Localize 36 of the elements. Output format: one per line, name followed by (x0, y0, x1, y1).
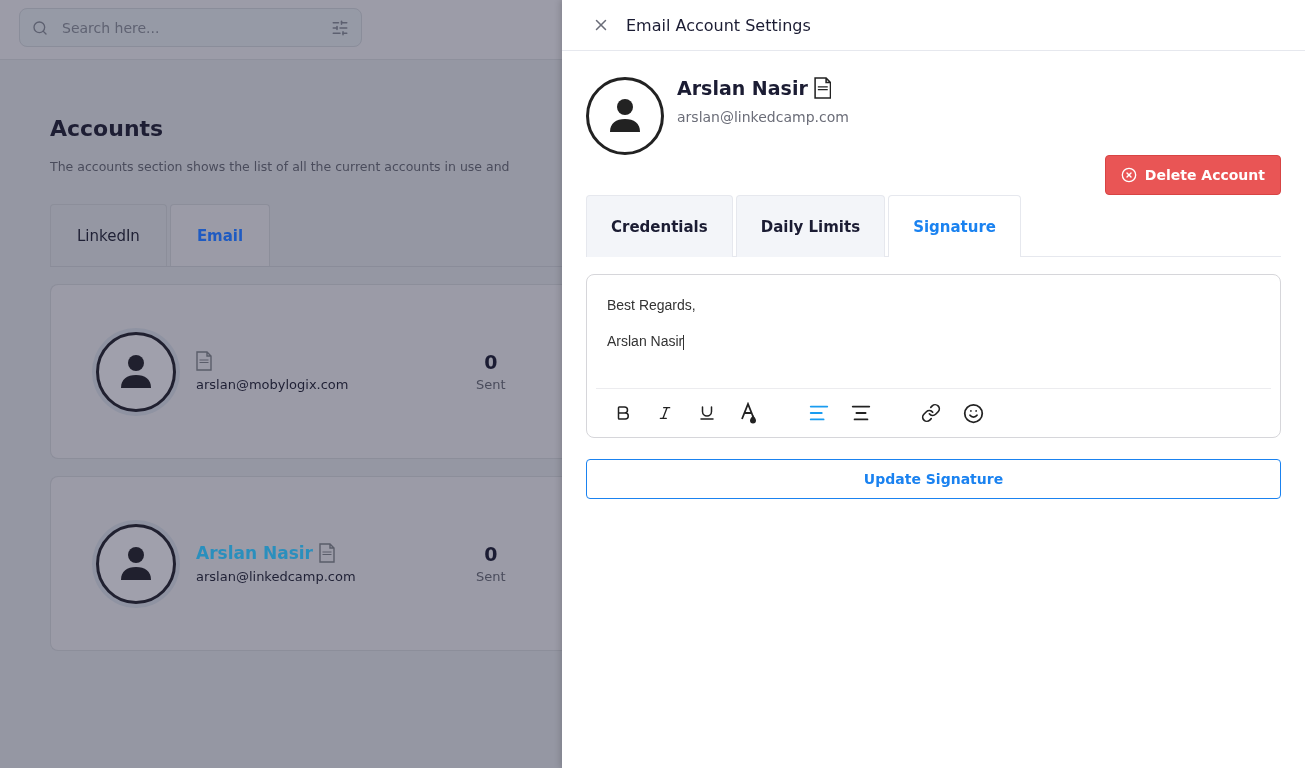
account-tab[interactable]: LinkedIn (50, 204, 167, 266)
drawer-title: Email Account Settings (626, 15, 811, 35)
person-icon (120, 545, 152, 582)
signature-text: Best Regards, (607, 297, 697, 313)
update-signature-button[interactable]: Update Signature (586, 459, 1281, 499)
search-input[interactable]: Search here... (60, 18, 319, 37)
close-circle-icon (1120, 167, 1137, 183)
account-email: arslan@linkedcamp.com (196, 569, 357, 584)
search-icon (32, 19, 48, 36)
delete-account-button[interactable]: Delete Account (1104, 155, 1281, 195)
settings-tab[interactable]: Signature (888, 195, 1022, 257)
account-email: arslan@linkedcamp.com (677, 109, 849, 125)
sent-count: 0 (484, 543, 498, 565)
page-description: The accounts section shows the list of all the current accounts in use and (50, 159, 511, 174)
signature-editor[interactable]: Best Regards, Arslan Nasir (586, 274, 1281, 438)
text-color-icon (739, 402, 759, 424)
search-box[interactable]: Search here... (19, 8, 362, 47)
link-button[interactable] (919, 403, 943, 423)
signature-text: Arslan Nasir (607, 333, 686, 350)
document-icon (813, 77, 832, 99)
document-icon (196, 351, 212, 371)
document-icon (319, 543, 335, 563)
page-title: Accounts (50, 116, 165, 141)
account-card[interactable]: arslan@mobylogix.com 0 Sent (50, 284, 562, 459)
emoji-button[interactable] (961, 402, 985, 424)
person-icon (120, 353, 152, 390)
settings-tab[interactable]: Credentials (586, 195, 733, 257)
sent-label: Sent (476, 377, 506, 392)
sent-count: 0 (484, 351, 498, 373)
sent-label: Sent (476, 569, 506, 584)
account-email: arslan@mobylogix.com (196, 377, 350, 392)
account-name: Arslan Nasir (196, 543, 313, 563)
account-card[interactable]: Arslan Nasir arslan@linkedcamp.com 0 Sent (50, 476, 562, 651)
account-name: Arslan Nasir (677, 77, 808, 99)
person-icon (609, 98, 641, 134)
settings-tab[interactable]: Daily Limits (735, 195, 886, 257)
